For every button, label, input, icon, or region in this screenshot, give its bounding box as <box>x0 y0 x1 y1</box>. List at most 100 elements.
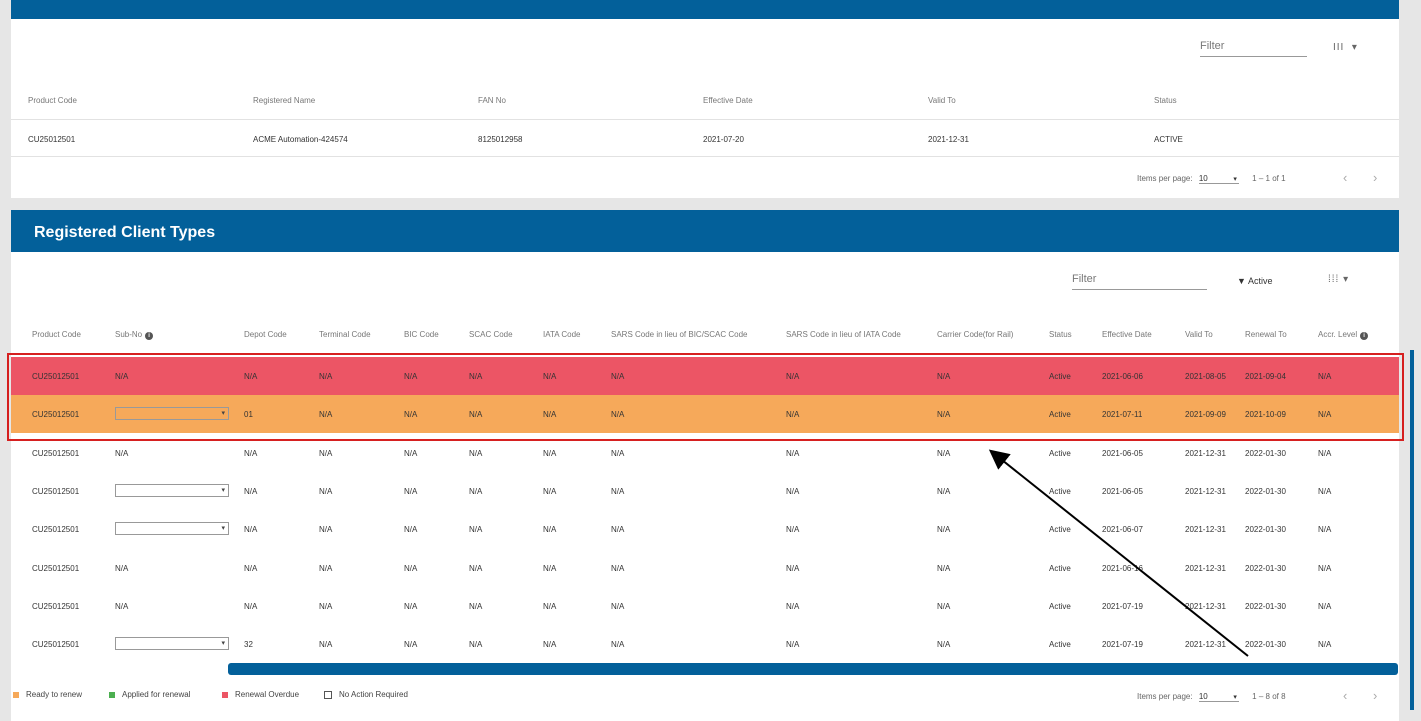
table-cell: N/A <box>1318 448 1332 458</box>
table-cell: 2021-07-19 <box>1102 640 1143 650</box>
table-cell: N/A <box>244 448 258 458</box>
column-header: SCAC Code <box>469 330 513 339</box>
vertical-scrollbar[interactable] <box>1410 350 1414 710</box>
table-cell: 2021-12-31 <box>1185 448 1226 458</box>
column-header-label: BIC Code <box>404 330 439 339</box>
table-row[interactable]: CU25012501 ▾ 32 N/A N/A N/A N/A N/A N/A N/A Active… <box>11 625 1399 663</box>
table-cell: N/A <box>115 372 129 381</box>
table-cell: N/A <box>1318 486 1332 496</box>
table-cell: N/A <box>937 525 951 535</box>
column-header-label: Terminal Code <box>319 330 371 339</box>
table-cell: Active <box>1049 448 1071 458</box>
table-row[interactable]: CU25012501 ▾ N/A N/A N/A N/A N/A N/A N/A N/A Activ… <box>11 510 1399 548</box>
table-cell: N/A <box>786 486 800 496</box>
table-cell: CU25012501 <box>32 448 80 458</box>
table-row[interactable]: CU25012501 ▾ 01 N/A N/A N/A N/A N/A N/A N/A Active… <box>11 395 1399 434</box>
column-header-label: Sub-No <box>115 330 143 339</box>
table-cell: N/A <box>115 448 129 458</box>
table-cell: 2022-01-30 <box>1245 448 1286 458</box>
column-header: Effective Date <box>703 96 753 105</box>
table-cell: N/A <box>1318 601 1332 611</box>
table-cell: N/A <box>319 410 333 420</box>
table-cell: 2021-06-05 <box>1102 486 1143 496</box>
table-cell: 2021-12-31 <box>1185 486 1226 496</box>
column-header: Accr. Level i <box>1318 330 1369 340</box>
table-cell: N/A <box>404 448 418 458</box>
table-cell: Active <box>1049 372 1071 381</box>
table-cell: N/A <box>319 486 333 496</box>
info-icon[interactable]: i <box>1360 332 1369 340</box>
info-icon[interactable]: i <box>145 332 154 340</box>
table-cell: N/A <box>319 525 333 535</box>
table-cell: N/A <box>937 601 951 611</box>
table-cell: N/A <box>244 601 258 611</box>
table-cell: N/A <box>786 563 800 573</box>
table-cell: Active <box>1049 601 1071 611</box>
table-row[interactable]: CU25012501 N/A N/A N/A N/A N/A N/A N/A N/A N/A Act… <box>11 549 1399 587</box>
items-per-page-select[interactable]: 10 ▾ <box>1198 174 1239 184</box>
table-cell: N/A <box>786 525 800 535</box>
column-header: Valid To <box>928 96 956 105</box>
table-cell: CU25012501 <box>32 372 80 381</box>
chevron-down-icon: ▾ <box>1351 42 1358 53</box>
next-page-button[interactable]: › <box>1373 170 1377 185</box>
table-row[interactable]: CU25012501 N/A N/A N/A N/A N/A N/A N/A N/A N/A Act… <box>11 357 1399 395</box>
next-page-button[interactable]: › <box>1373 688 1377 703</box>
table-cell: N/A <box>611 486 625 496</box>
chevron-down-icon: ▾ <box>221 486 225 494</box>
column-header-label: SCAC Code <box>469 330 513 339</box>
prev-page-button[interactable]: ‹ <box>1343 170 1347 185</box>
table-row[interactable]: CU25012501 N/A N/A N/A N/A N/A N/A N/A N/A N/A Act… <box>11 587 1399 625</box>
legend-swatch <box>324 690 332 699</box>
column-header-label: Accr. Level <box>1318 330 1358 339</box>
sub-no-select[interactable]: ▾ <box>115 483 229 497</box>
table-cell: N/A <box>404 486 418 496</box>
legend-label: No Action Required <box>339 690 408 699</box>
column-selector-button[interactable]: ⁞⁞⁞ ▾ <box>1328 274 1349 285</box>
table-cell: N/A <box>469 601 483 611</box>
page-range: 1 – 8 of 8 <box>1252 692 1286 701</box>
legend-item: Renewal Overdue <box>222 690 299 699</box>
filter-input[interactable]: Filter <box>1200 40 1307 57</box>
table-cell: N/A <box>937 563 951 573</box>
filter-input[interactable]: Filter <box>1072 273 1207 290</box>
column-header-label: Status <box>1049 330 1072 339</box>
table-cell: N/A <box>543 563 557 573</box>
sub-no-select[interactable]: ▾ <box>115 407 229 421</box>
table-cell: Active <box>1049 486 1071 496</box>
table-row[interactable]: CU25012501 N/A N/A N/A N/A N/A N/A N/A N/A N/A Act… <box>11 434 1399 472</box>
column-header: Registered Name <box>253 96 316 105</box>
table-cell: 2021-09-04 <box>1245 372 1286 381</box>
column-header: IATA Code <box>543 330 581 339</box>
table-cell: 2021-12-31 <box>1185 563 1226 573</box>
sub-no-select[interactable]: ▾ <box>115 637 229 651</box>
table-cell: N/A <box>469 448 483 458</box>
column-header-label: Renewal To <box>1245 330 1287 339</box>
column-selector-button[interactable]: III ▾ <box>1333 42 1358 53</box>
table-cell: N/A <box>319 448 333 458</box>
table-cell: 2021-07-11 <box>1102 410 1143 420</box>
table-cell: N/A <box>786 448 800 458</box>
table-cell: Active <box>1049 410 1071 420</box>
table-cell: CU25012501 <box>28 135 76 144</box>
table-cell: N/A <box>543 372 557 381</box>
chevron-right-icon: › <box>1373 688 1378 703</box>
table-cell: N/A <box>611 410 625 420</box>
table-cell: N/A <box>611 640 625 650</box>
status-filter-dropdown[interactable]: ▼ Active <box>1237 276 1272 286</box>
table-cell: N/A <box>244 563 258 573</box>
chevron-down-icon: ▾ <box>1343 274 1350 285</box>
table-cell: N/A <box>404 372 418 381</box>
sub-no-select[interactable]: ▾ <box>115 522 229 536</box>
prev-page-button[interactable]: ‹ <box>1343 688 1347 703</box>
table-cell: N/A <box>543 601 557 611</box>
table-row[interactable]: CU25012501 ▾ N/A N/A N/A N/A N/A N/A N/A N/A Activ… <box>11 472 1399 510</box>
column-header: Depot Code <box>244 330 287 339</box>
table-cell: N/A <box>611 525 625 535</box>
column-header: Status <box>1049 330 1072 339</box>
table-cell: 2021-12-31 <box>1185 640 1226 650</box>
top-header-bar <box>11 0 1399 19</box>
horizontal-scrollbar[interactable] <box>228 663 1398 675</box>
table-cell: N/A <box>115 563 129 573</box>
items-per-page-select[interactable]: 10 ▾ <box>1198 692 1239 702</box>
